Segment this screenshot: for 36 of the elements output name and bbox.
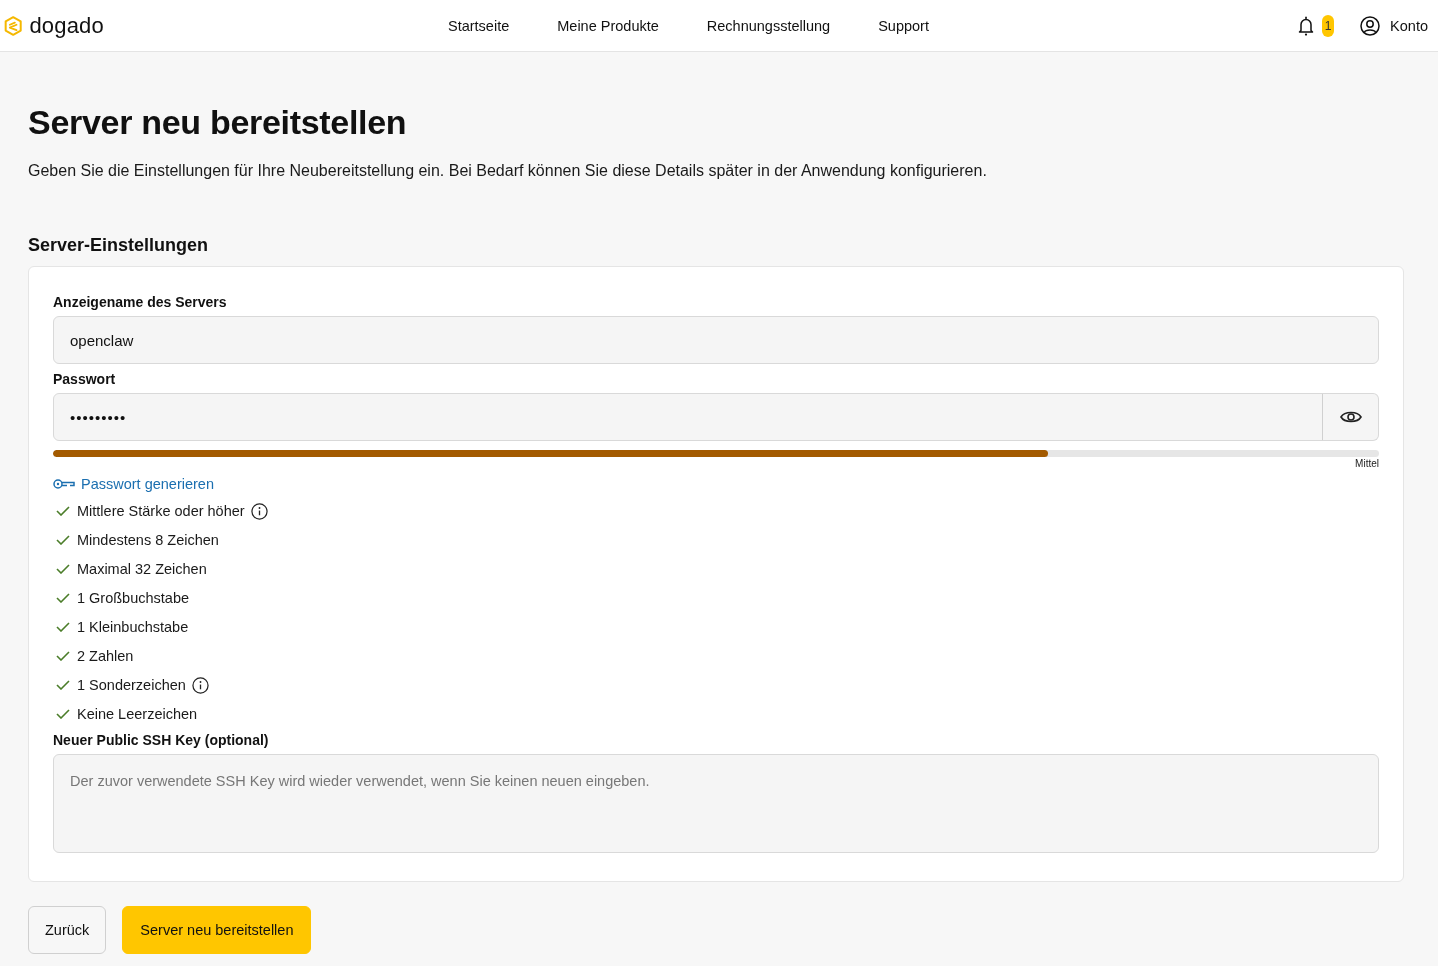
rule-text: 1 Sonderzeichen xyxy=(77,676,186,695)
server-name-input[interactable]: openclaw xyxy=(53,316,1379,364)
rule-text: 1 Kleinbuchstabe xyxy=(77,618,189,637)
submit-button[interactable]: Server neu bereitstellen xyxy=(122,906,312,954)
info-icon[interactable] xyxy=(250,502,268,520)
page-title: Server neu bereitstellen xyxy=(28,102,408,142)
page-description: Geben Sie die Einstellungen für Ihre Neubereitstellung ein. Bei Bedarf können Sie diese Details später in der Anwendung konfigurieren. xyxy=(28,161,988,181)
logo-icon xyxy=(4,13,23,38)
rule-text: Keine Leerzeichen xyxy=(77,705,198,724)
nav-link[interactable]: Support xyxy=(878,17,929,34)
notification-count: 1 xyxy=(1322,14,1335,37)
account-link[interactable]: Konto xyxy=(1360,15,1428,36)
logo-text: dogado xyxy=(29,12,104,39)
strength-label: Mittel xyxy=(1355,457,1379,470)
nav-link[interactable]: Rechnungsstellung xyxy=(706,17,831,34)
nav-link[interactable]: Meine Produkte xyxy=(557,17,659,34)
info-icon[interactable] xyxy=(191,676,209,694)
generate-password-link[interactable]: Passwort generieren xyxy=(53,474,214,494)
rule-text: Mittlere Stärke oder höher xyxy=(77,502,245,521)
section-title: Server-Einstellungen xyxy=(28,234,210,257)
eye-icon xyxy=(1339,410,1362,424)
field-label: Passwort xyxy=(53,370,116,389)
back-button[interactable]: Zurück xyxy=(28,906,107,954)
rule-text: 1 Großbuchstabe xyxy=(77,589,190,608)
rule-text: Maximal 32 Zeichen xyxy=(77,560,207,579)
password-input[interactable]: ••••••••• xyxy=(53,393,1323,441)
key-icon xyxy=(53,478,75,490)
field-label: Anzeigename des Servers xyxy=(53,293,227,312)
nav-link[interactable]: Startseite xyxy=(448,17,510,34)
user-icon xyxy=(1360,15,1381,36)
show-password-button[interactable] xyxy=(1322,393,1379,441)
bell-icon[interactable] xyxy=(1298,15,1315,36)
ssh-key-input[interactable]: Der zuvor verwendete SSH Key wird wieder verwendet, wenn Sie keinen neuen eingeben. xyxy=(53,754,1379,853)
rule-text: 2 Zahlen xyxy=(77,647,134,666)
field-label: Neuer Public SSH Key (optional) xyxy=(53,731,269,750)
rule-text: Mindestens 8 Zeichen xyxy=(77,531,219,550)
